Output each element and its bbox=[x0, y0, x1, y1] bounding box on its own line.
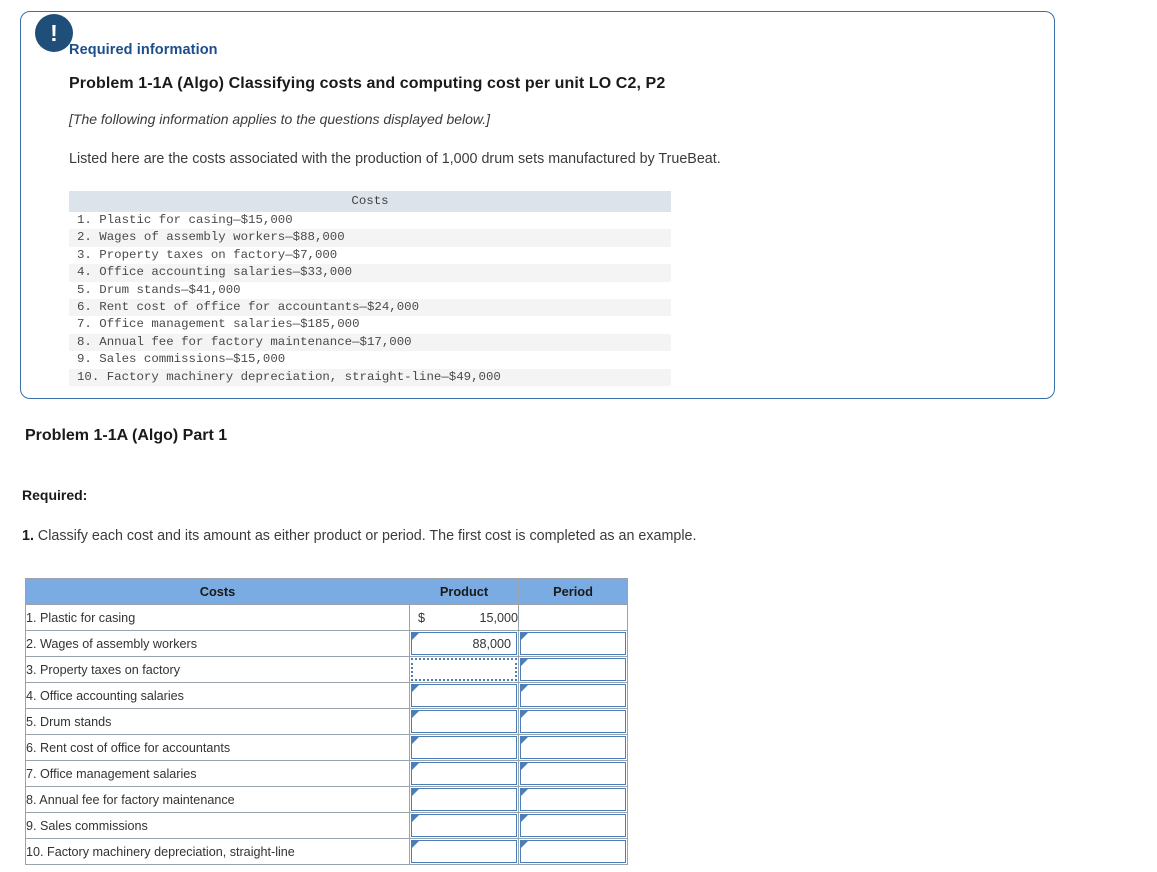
amount-input[interactable] bbox=[520, 710, 626, 733]
required-information-label: Required information bbox=[69, 42, 1034, 58]
cost-label-cell: 9. Sales commissions bbox=[26, 813, 410, 839]
column-header-period: Period bbox=[519, 579, 628, 605]
amount-input[interactable] bbox=[520, 684, 626, 707]
cost-list-item: 4. Office accounting salaries—$33,000 bbox=[69, 264, 671, 281]
cost-list-item: 10. Factory machinery depreciation, stra… bbox=[69, 369, 671, 386]
period-amount-cell[interactable] bbox=[519, 631, 628, 657]
table-row: 5. Drum stands bbox=[26, 709, 628, 735]
part-title: Problem 1-1A (Algo) Part 1 bbox=[25, 427, 227, 445]
amount-input[interactable] bbox=[520, 840, 626, 863]
cost-label-cell: 6. Rent cost of office for accountants bbox=[26, 735, 410, 761]
amount-input[interactable] bbox=[411, 684, 517, 707]
table-header-row: Costs Product Period bbox=[26, 579, 628, 605]
amount-input[interactable] bbox=[520, 658, 626, 681]
period-amount-cell bbox=[519, 605, 628, 631]
period-amount-cell[interactable] bbox=[519, 787, 628, 813]
cost-list-item: 1. Plastic for casing—$15,000 bbox=[69, 212, 671, 229]
amount-input[interactable] bbox=[411, 762, 517, 785]
period-amount-cell[interactable] bbox=[519, 735, 628, 761]
column-header-costs: Costs bbox=[26, 579, 410, 605]
table-row: 6. Rent cost of office for accountants bbox=[26, 735, 628, 761]
period-amount-cell[interactable] bbox=[519, 761, 628, 787]
period-amount-cell[interactable] bbox=[519, 657, 628, 683]
amount-input[interactable] bbox=[411, 814, 517, 837]
cost-list-item: 6. Rent cost of office for accountants—$… bbox=[69, 299, 671, 316]
cost-list-item: 7. Office management salaries—$185,000 bbox=[69, 316, 671, 333]
amount-input[interactable] bbox=[520, 762, 626, 785]
table-row: 10. Factory machinery depreciation, stra… bbox=[26, 839, 628, 865]
amount-input[interactable] bbox=[411, 658, 517, 681]
cost-label-cell: 7. Office management salaries bbox=[26, 761, 410, 787]
period-amount-cell[interactable] bbox=[519, 709, 628, 735]
product-amount-cell[interactable] bbox=[410, 709, 519, 735]
callout-content: Required information Problem 1-1A (Algo)… bbox=[69, 42, 1034, 386]
amount-input[interactable] bbox=[520, 814, 626, 837]
product-amount-cell[interactable] bbox=[410, 761, 519, 787]
product-amount-cell: $15,000 bbox=[410, 605, 519, 631]
cost-list-item: 3. Property taxes on factory—$7,000 bbox=[69, 247, 671, 264]
required-information-callout: ! Required information Problem 1-1A (Alg… bbox=[20, 11, 1055, 399]
cost-label-cell: 3. Property taxes on factory bbox=[26, 657, 410, 683]
amount-input[interactable] bbox=[411, 840, 517, 863]
table-row: 1. Plastic for casing$15,000 bbox=[26, 605, 628, 631]
amount-value: 88,000 bbox=[472, 633, 511, 655]
product-amount-cell[interactable] bbox=[410, 813, 519, 839]
product-amount-cell[interactable]: 88,000 bbox=[410, 631, 519, 657]
period-amount-cell[interactable] bbox=[519, 813, 628, 839]
exclamation-icon: ! bbox=[35, 14, 73, 52]
cost-list-item: 9. Sales commissions—$15,000 bbox=[69, 351, 671, 368]
product-amount-cell[interactable] bbox=[410, 839, 519, 865]
cost-label-cell: 4. Office accounting salaries bbox=[26, 683, 410, 709]
cost-list-item: 8. Annual fee for factory maintenance—$1… bbox=[69, 334, 671, 351]
table-row: 3. Property taxes on factory bbox=[26, 657, 628, 683]
table-row: 8. Annual fee for factory maintenance bbox=[26, 787, 628, 813]
lead-paragraph: Listed here are the costs associated wit… bbox=[69, 151, 1034, 167]
table-row: 4. Office accounting salaries bbox=[26, 683, 628, 709]
requirement-number: 1. bbox=[22, 528, 34, 544]
amount-input[interactable] bbox=[411, 736, 517, 759]
amount-input[interactable]: 88,000 bbox=[411, 632, 517, 655]
period-amount-cell[interactable] bbox=[519, 683, 628, 709]
required-label: Required: bbox=[22, 487, 87, 503]
cost-label-cell: 5. Drum stands bbox=[26, 709, 410, 735]
cost-list-item: 2. Wages of assembly workers—$88,000 bbox=[69, 229, 671, 246]
product-amount-cell[interactable] bbox=[410, 787, 519, 813]
cost-list-item: 5. Drum stands—$41,000 bbox=[69, 282, 671, 299]
product-amount-cell[interactable] bbox=[410, 683, 519, 709]
cost-label-cell: 1. Plastic for casing bbox=[26, 605, 410, 631]
table-row: 9. Sales commissions bbox=[26, 813, 628, 839]
currency-symbol: $ bbox=[418, 611, 425, 625]
amount-input[interactable] bbox=[411, 788, 517, 811]
cost-label-cell: 10. Factory machinery depreciation, stra… bbox=[26, 839, 410, 865]
costs-list-header: Costs bbox=[69, 191, 671, 212]
problem-title: Problem 1-1A (Algo) Classifying costs an… bbox=[69, 75, 1034, 93]
period-amount-cell[interactable] bbox=[519, 839, 628, 865]
table-body: 1. Plastic for casing$15,0002. Wages of … bbox=[26, 605, 628, 865]
requirement-text: Classify each cost and its amount as eit… bbox=[34, 528, 696, 544]
requirement-line: 1. Classify each cost and its amount as … bbox=[22, 528, 696, 544]
amount-input[interactable] bbox=[520, 736, 626, 759]
column-header-product: Product bbox=[410, 579, 519, 605]
product-amount-cell[interactable] bbox=[410, 657, 519, 683]
cost-label-cell: 2. Wages of assembly workers bbox=[26, 631, 410, 657]
table-row: 7. Office management salaries bbox=[26, 761, 628, 787]
applies-note: [The following information applies to th… bbox=[69, 111, 1034, 127]
amount-input[interactable] bbox=[520, 632, 626, 655]
cost-label-cell: 8. Annual fee for factory maintenance bbox=[26, 787, 410, 813]
amount-input[interactable] bbox=[520, 788, 626, 811]
cost-classification-table: Costs Product Period 1. Plastic for casi… bbox=[25, 578, 628, 865]
amount-input[interactable] bbox=[411, 710, 517, 733]
amount-value: 15,000 bbox=[410, 611, 518, 625]
costs-reference-list: Costs 1. Plastic for casing—$15,000 2. W… bbox=[69, 191, 671, 386]
product-amount-cell[interactable] bbox=[410, 735, 519, 761]
table-row: 2. Wages of assembly workers 88,000 bbox=[26, 631, 628, 657]
